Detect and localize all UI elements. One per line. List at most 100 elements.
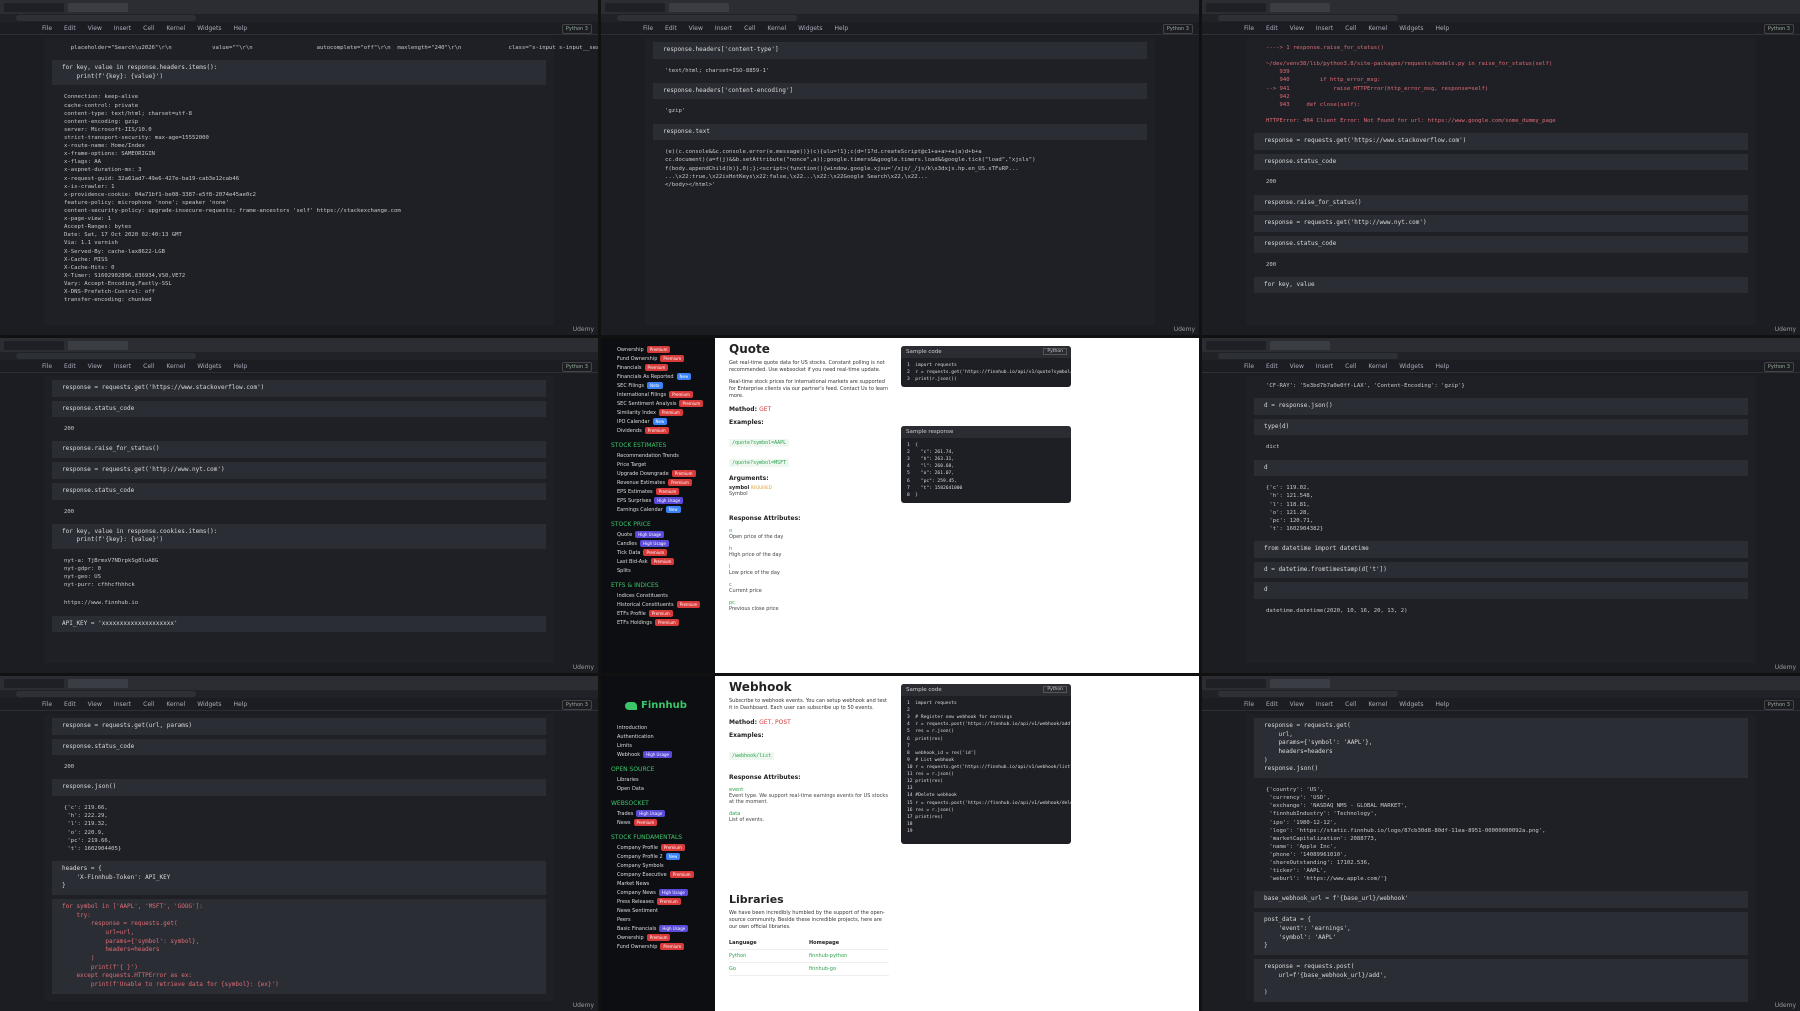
sidebar-item[interactable]: Company News High Usage [617,889,705,896]
url-field[interactable] [1218,15,1398,21]
menu-view[interactable]: View [689,25,703,32]
sidebar-item[interactable]: Financials Premium [617,364,705,371]
menu-file[interactable]: File [42,701,52,708]
menu-insert[interactable]: Insert [1316,25,1333,32]
code-cell-input[interactable]: response = requests.post( url=f'{base_we… [1254,958,1748,1002]
url-field[interactable] [1218,353,1398,359]
sidebar-item[interactable]: Recommendation Trends [617,453,705,459]
menu-insert[interactable]: Insert [114,363,131,370]
menu-edit[interactable]: Edit [1266,701,1278,708]
address-bar[interactable] [601,14,1199,22]
code-cell-input[interactable]: type(d) [1254,418,1748,436]
sidebar-item[interactable]: Last Bid-Ask Premium [617,558,705,565]
code-cell-input[interactable]: response = requests.get('https://www.sta… [52,380,546,397]
sidebar-item[interactable]: Dividends Premium [617,427,705,434]
menu-widgets[interactable]: Widgets [197,25,221,32]
browser-tab[interactable] [4,340,64,350]
menu-edit[interactable]: Edit [64,701,76,708]
code-cell-input[interactable]: base_webhook_url = f'{base_url}/webhook' [1254,891,1748,909]
address-bar[interactable] [1202,690,1800,698]
browser-tab[interactable] [1270,2,1330,12]
sidebar-item[interactable]: Company Profile Premium [617,844,705,851]
sidebar-item[interactable]: Authentication [617,734,705,740]
library-homepage[interactable]: finnhub-go [809,966,889,972]
code-cell-input[interactable]: response.status_code [1254,235,1748,253]
menu-file[interactable]: File [42,25,52,32]
sidebar-item[interactable]: Ownership Premium [617,934,705,941]
menu-kernel[interactable]: Kernel [166,25,185,32]
sidebar-item[interactable]: Tick Data Premium [617,549,705,556]
menu-cell[interactable]: Cell [1345,701,1356,708]
code-cell-input[interactable]: response = requests.get('https://www.sta… [1254,133,1748,150]
menu-file[interactable]: File [643,25,653,32]
code-cell-input[interactable]: response.headers['content-encoding'] [653,82,1147,100]
browser-tab[interactable] [68,340,128,350]
code-cell-input[interactable]: response.headers['content-type'] [653,42,1147,59]
url-field[interactable] [1218,691,1398,697]
library-language[interactable]: Python [729,953,809,959]
sidebar-item[interactable]: SEC Filings Note [617,382,705,389]
code-cell-input[interactable]: for key, value in response.headers.items… [52,60,546,86]
code-cell-input[interactable]: response.status_code [52,482,546,500]
menu-insert[interactable]: Insert [1316,701,1333,708]
menu-help[interactable]: Help [233,25,247,32]
sidebar-item[interactable]: Candles High Usage [617,540,705,547]
menu-widgets[interactable]: Widgets [1399,701,1423,708]
menu-kernel[interactable]: Kernel [1368,701,1387,708]
notebook-area[interactable]: response.headers['content-type'] 'text/ht… [645,38,1155,325]
notebook-area[interactable]: 'CF-RAY': '5e3bd7b7a0e0ff-LAX', 'Content… [1246,376,1756,663]
menu-help[interactable]: Help [233,701,247,708]
sidebar-item[interactable]: Indices Constituents [617,593,705,599]
menu-help[interactable]: Help [834,25,848,32]
browser-tab[interactable] [605,2,665,12]
menu-widgets[interactable]: Widgets [1399,25,1423,32]
sidebar-item[interactable]: ETFs Holdings Premium [617,619,705,626]
browser-tab[interactable] [1206,2,1266,12]
browser-tab[interactable] [1206,340,1266,350]
menu-kernel[interactable]: Kernel [1368,25,1387,32]
sidebar-item[interactable]: Webhook High Usage [617,751,705,758]
code-cell-input[interactable]: d [1254,582,1748,599]
menu-widgets[interactable]: Widgets [197,701,221,708]
browser-tab[interactable] [4,2,64,12]
sidebar-item[interactable]: SEC Sentiment Analysis Premium [617,400,705,407]
code-cell-input[interactable]: post_data = { 'event': 'earnings', 'symb… [1254,912,1748,955]
sidebar-item[interactable]: Company Executive Premium [617,871,705,878]
sidebar-item[interactable]: News Sentiment [617,908,705,914]
code-cell-input[interactable]: for key, value in response.cookies.items… [52,523,546,550]
sidebar-item[interactable]: Financials As Reported New [617,373,705,380]
url-field[interactable] [617,15,797,21]
sidebar-item[interactable]: Similarity Index Premium [617,409,705,416]
sidebar-item[interactable]: Historical Constituents Premium [617,601,705,608]
notebook-area[interactable]: ----> 1 response.raise_for_status() ~/de… [1246,38,1756,325]
browser-tab[interactable] [1270,340,1330,350]
language-select[interactable]: Python [1043,686,1067,693]
code-cell-input[interactable]: response.raise_for_status() [1254,194,1748,212]
finnhub-logo[interactable]: Finnhub [625,700,705,711]
menu-help[interactable]: Help [1435,363,1449,370]
menu-file[interactable]: File [1244,363,1254,370]
notebook-area[interactable]: response = requests.get('https://www.sta… [44,376,554,663]
menu-view[interactable]: View [1290,363,1304,370]
kernel-indicator[interactable]: Python 3 [1763,700,1794,710]
sidebar-item[interactable]: Company Profile 2 New [617,853,705,860]
notebook-area[interactable]: placeholder="Search\u2026"\r\n value=""\… [44,38,598,325]
menu-edit[interactable]: Edit [665,25,677,32]
menu-help[interactable]: Help [1435,25,1449,32]
menu-edit[interactable]: Edit [1266,25,1278,32]
menu-view[interactable]: View [88,363,102,370]
menu-insert[interactable]: Insert [114,25,131,32]
sidebar-item[interactable]: Trades High Usage [617,810,705,817]
menu-widgets[interactable]: Widgets [798,25,822,32]
sidebar-item[interactable]: Price Target [617,462,705,468]
menu-file[interactable]: File [1244,701,1254,708]
code-cell-input[interactable]: response.raise_for_status() [52,441,546,459]
example-link[interactable]: /quote?symbol=AAPL [729,439,790,448]
example-link[interactable]: /webhook/list [729,751,775,760]
menu-edit[interactable]: Edit [64,25,76,32]
sidebar-item[interactable]: Fund Ownership Premium [617,355,705,362]
sidebar-item[interactable]: Splits [617,568,705,574]
sidebar-item[interactable]: Ownership Premium [617,346,705,353]
menu-cell[interactable]: Cell [1345,25,1356,32]
address-bar[interactable] [0,14,598,22]
